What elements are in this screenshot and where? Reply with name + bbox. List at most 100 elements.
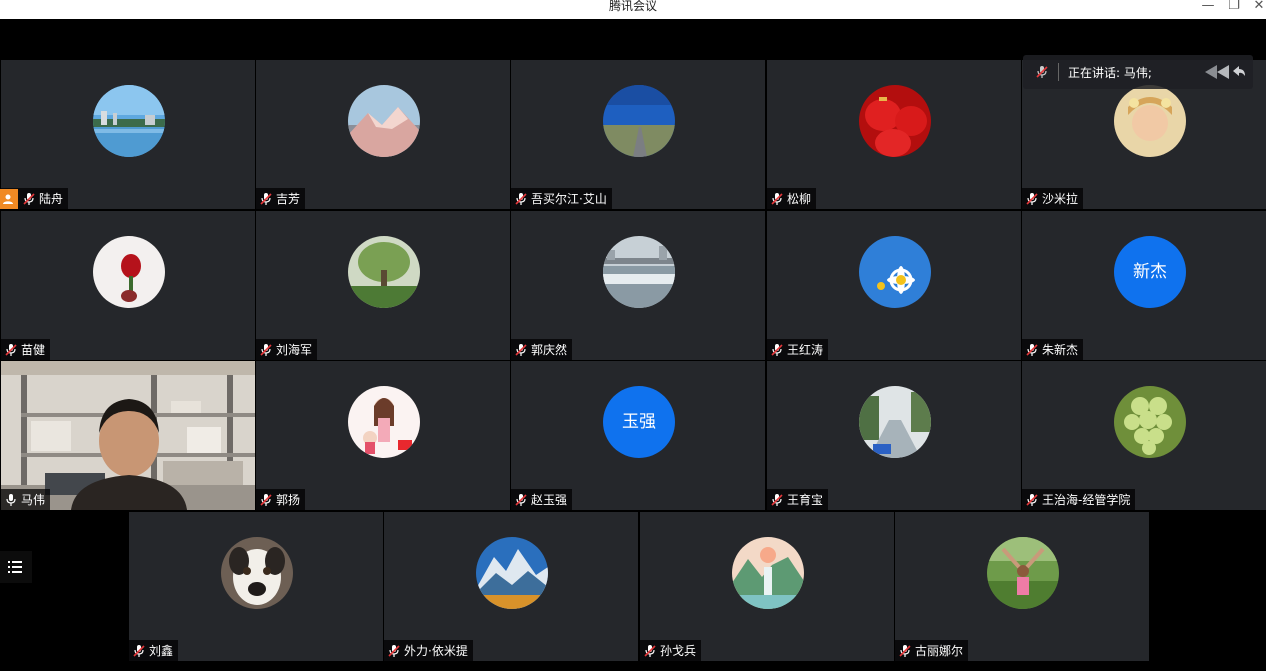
participant-tile[interactable]: 古丽娜尔	[895, 512, 1149, 661]
participant-name: 王红涛	[787, 343, 824, 357]
avatar	[732, 537, 804, 609]
participant-name: 郭庆然	[531, 343, 568, 357]
participant-tile[interactable]: 王治海-经管学院	[1022, 361, 1266, 510]
participant-name-bar: 郭庆然	[511, 339, 573, 360]
mic-muted-icon	[515, 192, 527, 205]
avatar	[348, 85, 420, 157]
avatar	[987, 537, 1059, 609]
participant-name-bar: 马伟	[1, 489, 51, 510]
minimize-button[interactable]: —	[1197, 0, 1219, 16]
avatar	[348, 236, 420, 308]
participant-name: 吾买尔江·艾山	[531, 192, 607, 206]
participant-tile[interactable]: 刘海军	[256, 211, 510, 360]
mic-muted-icon	[1026, 493, 1038, 506]
participant-name: 刘海军	[276, 343, 313, 357]
participant-tile[interactable]: 新杰 朱新杰	[1022, 211, 1266, 360]
mic-active-icon	[6, 493, 16, 506]
participant-tile[interactable]: 吾买尔江·艾山	[511, 60, 765, 209]
mic-muted-icon	[771, 343, 783, 356]
close-button[interactable]: ✕	[1248, 0, 1266, 16]
participant-name-bar: 沙米拉	[1022, 188, 1084, 209]
avatar	[1114, 85, 1186, 157]
title-bar: 腾讯会议 — ❐ ✕	[0, 0, 1266, 19]
participant-tile[interactable]: 郭庆然	[511, 211, 765, 360]
participant-list-button[interactable]	[0, 551, 32, 583]
participant-tile[interactable]: 王育宝	[767, 361, 1021, 510]
mic-muted-icon	[771, 493, 783, 506]
participant-name: 吉芳	[276, 192, 301, 206]
participant-tile[interactable]: 玉强 赵玉强	[511, 361, 765, 510]
participant-name: 苗健	[21, 343, 46, 357]
avatar	[348, 386, 420, 458]
mic-muted-icon	[260, 493, 272, 506]
participant-name-bar: 赵玉强	[511, 489, 573, 510]
mic-muted-icon	[1026, 192, 1038, 205]
mic-muted-icon	[260, 343, 272, 356]
speaking-label: 正在讲话: 马伟;	[1068, 65, 1152, 80]
mic-muted-icon	[23, 192, 35, 205]
participant-name: 赵玉强	[531, 493, 568, 507]
participant-tile[interactable]: 外力·依米提	[384, 512, 638, 661]
avatar	[603, 236, 675, 308]
participant-name-bar: 王治海-经管学院	[1022, 489, 1136, 510]
avatar	[603, 85, 675, 157]
participant-name: 王治海-经管学院	[1042, 493, 1131, 507]
divider	[1058, 63, 1059, 81]
avatar	[93, 236, 165, 308]
avatar: 玉强	[603, 386, 675, 458]
avatar	[1114, 386, 1186, 458]
participant-name: 松柳	[787, 192, 812, 206]
mic-muted-icon	[1026, 343, 1038, 356]
participant-name: 朱新杰	[1042, 343, 1079, 357]
participant-name-bar: 苗健	[1, 339, 51, 360]
mic-muted-icon	[899, 644, 911, 657]
participant-name: 刘鑫	[149, 644, 174, 658]
participant-tile[interactable]: 郭扬	[256, 361, 510, 510]
participant-name-bar: 王育宝	[767, 489, 829, 510]
participant-tile[interactable]: 吉芳	[256, 60, 510, 209]
participant-name-bar: 古丽娜尔	[895, 640, 969, 661]
window-title: 腾讯会议	[608, 0, 657, 13]
participant-name-bar: 刘鑫	[129, 640, 179, 661]
participant-name: 古丽娜尔	[915, 644, 964, 658]
participant-name-bar: 王红涛	[767, 339, 829, 360]
participant-name: 王育宝	[787, 493, 824, 507]
host-icon	[0, 188, 18, 209]
participant-name: 陆舟	[39, 192, 64, 206]
camera-video	[1, 361, 255, 510]
mic-muted-icon	[515, 493, 527, 506]
avatar	[93, 85, 165, 157]
participant-tile[interactable]: 苗健	[1, 211, 255, 360]
participant-name-bar: 吉芳	[256, 188, 306, 209]
restore-button[interactable]: ❐	[1223, 0, 1245, 16]
speaking-indicator: 正在讲话: 马伟;	[1023, 55, 1253, 89]
participant-tile[interactable]: 孙戈兵	[640, 512, 894, 661]
participant-name: 沙米拉	[1042, 192, 1079, 206]
participant-tile[interactable]: 陆舟	[0, 60, 255, 209]
participant-name: 郭扬	[276, 493, 301, 507]
participant-name-bar: 外力·依米提	[384, 640, 473, 661]
participant-name-bar: 朱新杰	[1022, 339, 1084, 360]
participant-name: 外力·依米提	[404, 644, 468, 658]
avatar	[859, 85, 931, 157]
collapse-arrows-icon[interactable]	[1203, 63, 1247, 81]
participant-tile[interactable]: 王红涛	[767, 211, 1021, 360]
mic-muted-icon	[771, 192, 783, 205]
avatar: 新杰	[1114, 236, 1186, 308]
participant-tile[interactable]: 刘鑫	[129, 512, 383, 661]
participant-name: 马伟	[21, 493, 46, 507]
list-icon	[8, 561, 22, 573]
mic-muted-icon	[515, 343, 527, 356]
participant-tile-active-speaker[interactable]: 马伟	[1, 361, 255, 510]
mic-muted-icon	[260, 192, 272, 205]
mic-muted-icon	[133, 644, 145, 657]
mic-muted-icon[interactable]	[1035, 65, 1049, 79]
participant-name-bar: 松柳	[767, 188, 817, 209]
participant-name: 孙戈兵	[660, 644, 697, 658]
participant-name-bar: 陆舟	[0, 188, 69, 209]
participant-tile[interactable]: 松柳	[767, 60, 1021, 209]
mic-muted-icon	[644, 644, 656, 657]
avatar	[859, 386, 931, 458]
participant-name-bar: 刘海军	[256, 339, 318, 360]
participant-name-bar: 吾买尔江·艾山	[511, 188, 612, 209]
